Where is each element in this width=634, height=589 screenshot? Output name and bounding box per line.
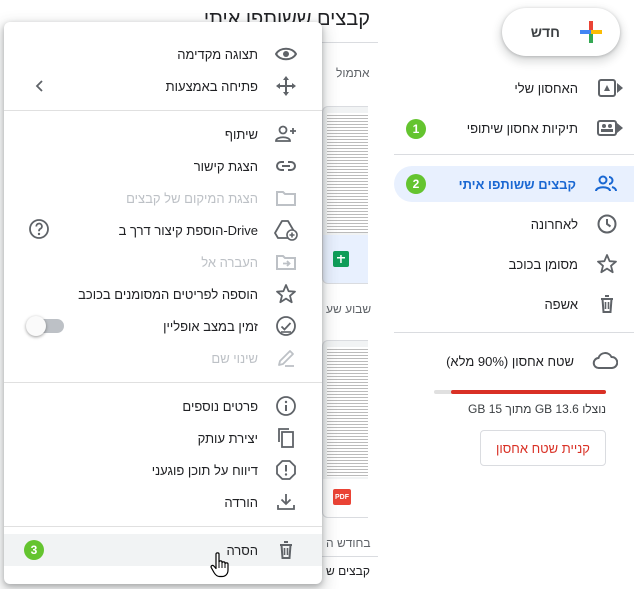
report-icon (274, 458, 298, 482)
sidebar: חדש האחסון שלי תיקיות אחסון שיתופי 1 קבצ… (380, 0, 634, 589)
file-thumbnail-pdf[interactable]: PDF (322, 340, 368, 518)
sidebar-item-shared-with-me[interactable]: קבצים ששותפו איתי (394, 166, 634, 202)
menu-item-available-offline[interactable]: זמין במצב אופליין (4, 310, 322, 342)
shared-drives-icon (596, 117, 618, 139)
menu-item-open-with[interactable]: פתיחה באמצעות (4, 70, 322, 102)
sheets-icon (333, 251, 349, 267)
cloud-icon (592, 351, 618, 371)
drive-icon (596, 77, 618, 99)
file-thumbnail-sheet[interactable] (322, 106, 368, 284)
menu-item-make-copy[interactable]: יצירת עותק (4, 422, 322, 454)
caret-right-icon[interactable] (616, 123, 624, 133)
menu-item-add-to-starred[interactable]: הוספה לפריטים המסומנים בכוכב (4, 278, 322, 310)
move-icon (274, 74, 298, 98)
help-icon[interactable] (28, 218, 50, 240)
menu-item-report-abuse[interactable]: דיווח על תוכן פוגעני (4, 454, 322, 486)
menu-item-remove[interactable]: הסרה (4, 534, 322, 566)
section-label-last-week: שבוע שע (326, 302, 372, 316)
step-badge-3: 3 (24, 540, 44, 560)
copy-icon (274, 426, 298, 450)
step-badge-2: 2 (406, 174, 426, 194)
sidebar-item-trash[interactable]: אשפה (394, 286, 634, 322)
hand-cursor-icon (210, 552, 230, 578)
title-divider (322, 42, 378, 43)
pdf-icon: PDF (333, 489, 351, 505)
menu-item-share[interactable]: שיתוף (4, 118, 322, 150)
trash-icon (274, 538, 298, 562)
star-icon (596, 253, 618, 275)
move-to-folder-icon (274, 250, 298, 274)
new-button[interactable]: חדש (502, 8, 620, 56)
menu-item-move-to: העברה אל (4, 246, 322, 278)
storage-title[interactable]: שטח אחסון (90% מלא) (394, 348, 634, 374)
storage-progress-bar (434, 390, 606, 394)
add-to-drive-icon (274, 218, 298, 242)
link-icon (274, 154, 298, 178)
folder-icon (274, 186, 298, 210)
buy-storage-button[interactable]: קניית שטח אחסון (480, 430, 606, 466)
offline-toggle[interactable] (26, 316, 64, 336)
sidebar-item-recent[interactable]: לאחרונה (394, 206, 634, 242)
plus-icon (578, 19, 604, 45)
sidebar-item-shared-drives[interactable]: תיקיות אחסון שיתופי (394, 110, 634, 146)
clock-icon (596, 213, 618, 235)
menu-item-preview[interactable]: תצוגה מקדימה (4, 38, 322, 70)
trash-icon (596, 293, 618, 315)
offline-check-icon (274, 314, 298, 338)
row-divider (322, 556, 378, 557)
section-label-last-month: בחודש ה (326, 536, 371, 550)
sidebar-item-my-drive[interactable]: האחסון שלי (394, 70, 634, 106)
step-badge-1: 1 (406, 119, 426, 139)
section-label-yesterday: אתמול (336, 66, 370, 80)
menu-item-download[interactable]: הורדה (4, 486, 322, 518)
menu-item-rename: שינוי שם (4, 342, 322, 374)
chevron-left-icon (28, 74, 52, 98)
storage-used-text: נוצלו 13.6 GB מתוך 15 GB (468, 402, 606, 416)
menu-item-show-location: הצגת המיקום של קבצים (4, 182, 322, 214)
people-icon (594, 173, 618, 195)
context-menu: תצוגה מקדימה פתיחה באמצעות שיתוף הצגת קי… (4, 22, 322, 584)
pencil-icon (274, 346, 298, 370)
menu-item-details[interactable]: פרטים נוספים (4, 390, 322, 422)
menu-item-get-link[interactable]: הצגת קישור (4, 150, 322, 182)
section-label-shared: קבצים ש (326, 564, 370, 578)
menu-item-add-shortcut[interactable]: הוספת קיצור דרך ב-Drive (4, 214, 322, 246)
person-add-icon (274, 122, 298, 146)
star-outline-icon (274, 282, 298, 306)
download-icon (274, 490, 298, 514)
info-icon (274, 394, 298, 418)
sidebar-item-starred[interactable]: מסומן בכוכב (394, 246, 634, 282)
eye-icon (274, 42, 298, 66)
caret-right-icon[interactable] (616, 83, 624, 93)
